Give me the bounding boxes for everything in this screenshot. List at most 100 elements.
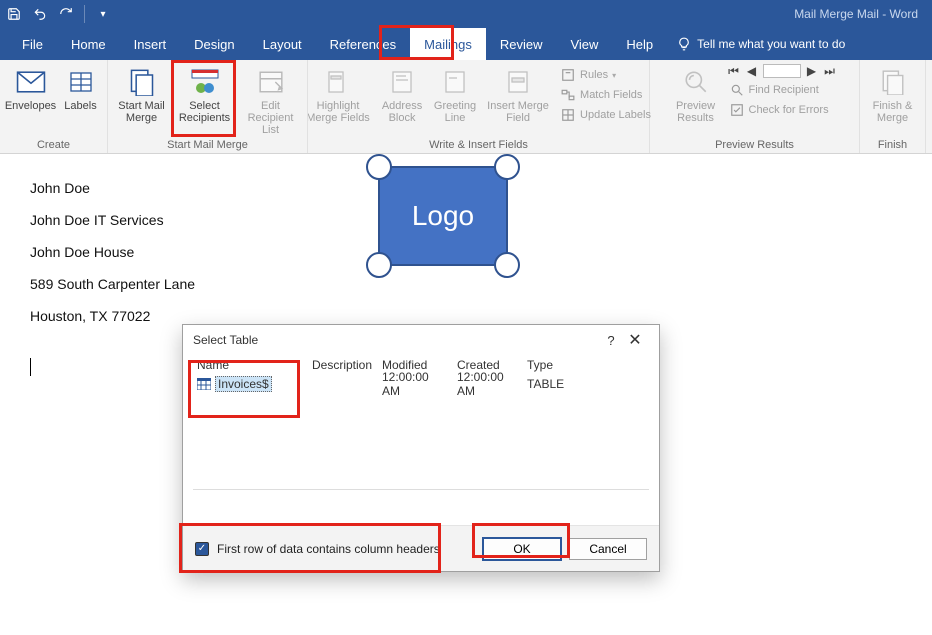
highlight-mf-label: Highlight Merge Fields bbox=[304, 100, 372, 124]
select-recipients-label: Select Recipients bbox=[176, 100, 234, 124]
highlight-fields-icon bbox=[322, 66, 354, 98]
address-block-icon bbox=[386, 66, 418, 98]
insert-mf-label: Insert Merge Field bbox=[486, 100, 550, 124]
greeting-icon bbox=[439, 66, 471, 98]
col-description-header[interactable]: Description bbox=[308, 358, 378, 372]
ok-button[interactable]: OK bbox=[483, 538, 561, 560]
finish-merge-icon bbox=[877, 66, 909, 98]
logo-notch bbox=[366, 154, 392, 180]
logo-text: Logo bbox=[412, 200, 474, 232]
start-mail-merge-button[interactable]: Start Mail Merge bbox=[114, 64, 170, 126]
rules-button[interactable]: Rules▾ bbox=[558, 66, 653, 84]
dialog-title: Select Table bbox=[193, 333, 258, 347]
rules-icon bbox=[560, 67, 576, 83]
tab-view[interactable]: View bbox=[556, 28, 612, 60]
update-labels-button[interactable]: Update Labels bbox=[558, 106, 653, 124]
doc-line-4: 589 South Carpenter Lane bbox=[30, 276, 902, 292]
redo-icon[interactable] bbox=[58, 6, 74, 22]
nav-prev-icon[interactable]: ◀ bbox=[745, 64, 759, 79]
preview-results-button[interactable]: Preview Results bbox=[671, 64, 721, 126]
preview-label: Preview Results bbox=[673, 100, 719, 124]
finish-merge-button[interactable]: Finish & Merge bbox=[866, 64, 920, 126]
highlight-merge-fields-button[interactable]: Highlight Merge Fields bbox=[302, 64, 374, 126]
row-name-cell: Invoices$ bbox=[215, 376, 272, 392]
dialog-close-button[interactable]: ✕ bbox=[621, 330, 649, 350]
tell-me-label: Tell me what you want to do bbox=[697, 37, 845, 51]
edit-recipient-list-button[interactable]: Edit Recipient List bbox=[240, 64, 302, 138]
cancel-button[interactable]: Cancel bbox=[569, 538, 647, 560]
record-number-input[interactable] bbox=[763, 64, 801, 78]
nav-last-icon[interactable]: ⏭ bbox=[823, 64, 837, 79]
lightbulb-icon bbox=[677, 37, 691, 51]
doc-line-5: Houston, TX 77022 bbox=[30, 308, 902, 324]
recipients-icon bbox=[189, 66, 221, 98]
first-row-headers-checkbox[interactable]: ✓ bbox=[195, 542, 209, 556]
select-table-dialog: Select Table ? ✕ Name Description Modifi… bbox=[182, 324, 660, 572]
save-icon[interactable] bbox=[6, 6, 22, 22]
logo-shape: Logo bbox=[378, 166, 508, 266]
first-row-headers-label[interactable]: First row of data contains column header… bbox=[217, 542, 475, 556]
logo-notch bbox=[494, 252, 520, 278]
tab-file[interactable]: File bbox=[8, 28, 57, 60]
qat-separator bbox=[84, 5, 85, 23]
match-fields-label: Match Fields bbox=[580, 89, 642, 101]
tab-home[interactable]: Home bbox=[57, 28, 120, 60]
nav-next-icon[interactable]: ▶ bbox=[805, 64, 819, 79]
tab-layout[interactable]: Layout bbox=[249, 28, 316, 60]
table-icon bbox=[197, 378, 211, 390]
tab-references[interactable]: References bbox=[316, 28, 410, 60]
edit-recipient-list-label: Edit Recipient List bbox=[242, 100, 300, 136]
insert-merge-field-icon bbox=[502, 66, 534, 98]
tab-help[interactable]: Help bbox=[612, 28, 667, 60]
envelopes-label: Envelopes bbox=[5, 100, 56, 112]
tab-mailings[interactable]: Mailings bbox=[410, 28, 486, 60]
edit-list-icon bbox=[255, 66, 287, 98]
rules-label: Rules bbox=[580, 69, 608, 81]
start-mm-label: Start Mail Merge bbox=[116, 100, 168, 124]
col-name-header[interactable]: Name bbox=[193, 358, 308, 372]
labels-label: Labels bbox=[64, 100, 96, 112]
match-fields-button[interactable]: Match Fields bbox=[558, 86, 653, 104]
tab-insert[interactable]: Insert bbox=[120, 28, 181, 60]
nav-first-icon[interactable]: ⏮ bbox=[727, 64, 741, 79]
labels-button[interactable]: Labels bbox=[60, 64, 102, 114]
labels-icon bbox=[65, 66, 97, 98]
group-create-label: Create bbox=[6, 138, 101, 153]
insert-merge-field-button[interactable]: Insert Merge Field bbox=[484, 64, 552, 126]
row-modified-cell: 12:00:00 AM bbox=[378, 370, 453, 398]
tab-design[interactable]: Design bbox=[180, 28, 248, 60]
update-labels-icon bbox=[560, 107, 576, 123]
group-finish-label: Finish bbox=[866, 138, 919, 153]
horizontal-scrollbar[interactable] bbox=[193, 489, 649, 490]
greeting-line-button[interactable]: Greeting Line bbox=[430, 64, 480, 126]
mail-merge-icon bbox=[126, 66, 158, 98]
greeting-label: Greeting Line bbox=[432, 100, 478, 124]
undo-icon[interactable] bbox=[32, 6, 48, 22]
logo-notch bbox=[494, 154, 520, 180]
row-type-cell: TABLE bbox=[523, 377, 593, 391]
find-recipient-button[interactable]: Find Recipient bbox=[727, 81, 837, 99]
group-start-label: Start Mail Merge bbox=[114, 138, 301, 153]
dialog-help-button[interactable]: ? bbox=[601, 333, 621, 348]
col-type-header[interactable]: Type bbox=[523, 358, 593, 372]
find-recipient-label: Find Recipient bbox=[749, 84, 819, 96]
select-recipients-button[interactable]: Select Recipients bbox=[174, 64, 236, 126]
tell-me-search[interactable]: Tell me what you want to do bbox=[667, 28, 855, 60]
group-write-label: Write & Insert Fields bbox=[314, 138, 643, 153]
group-preview-label: Preview Results bbox=[656, 138, 853, 153]
update-labels-label: Update Labels bbox=[580, 109, 651, 121]
window-title: Mail Merge Mail - Word bbox=[794, 7, 932, 21]
record-navigation: ⏮ ◀ ▶ ⏭ bbox=[727, 64, 837, 79]
address-block-button[interactable]: Address Block bbox=[378, 64, 426, 126]
check-errors-button[interactable]: Check for Errors bbox=[727, 101, 837, 119]
tab-review[interactable]: Review bbox=[486, 28, 557, 60]
text-cursor bbox=[30, 358, 31, 376]
row-created-cell: 12:00:00 AM bbox=[453, 370, 523, 398]
address-block-label: Address Block bbox=[380, 100, 424, 124]
table-list[interactable]: Name Description Modified Created Type I… bbox=[193, 355, 649, 490]
table-row[interactable]: Invoices$ 12:00:00 AM 12:00:00 AM TABLE bbox=[193, 375, 649, 393]
check-errors-icon bbox=[729, 102, 745, 118]
logo-notch bbox=[366, 252, 392, 278]
qat-customize-icon[interactable]: ▾ bbox=[95, 6, 111, 22]
envelopes-button[interactable]: Envelopes bbox=[6, 64, 56, 114]
